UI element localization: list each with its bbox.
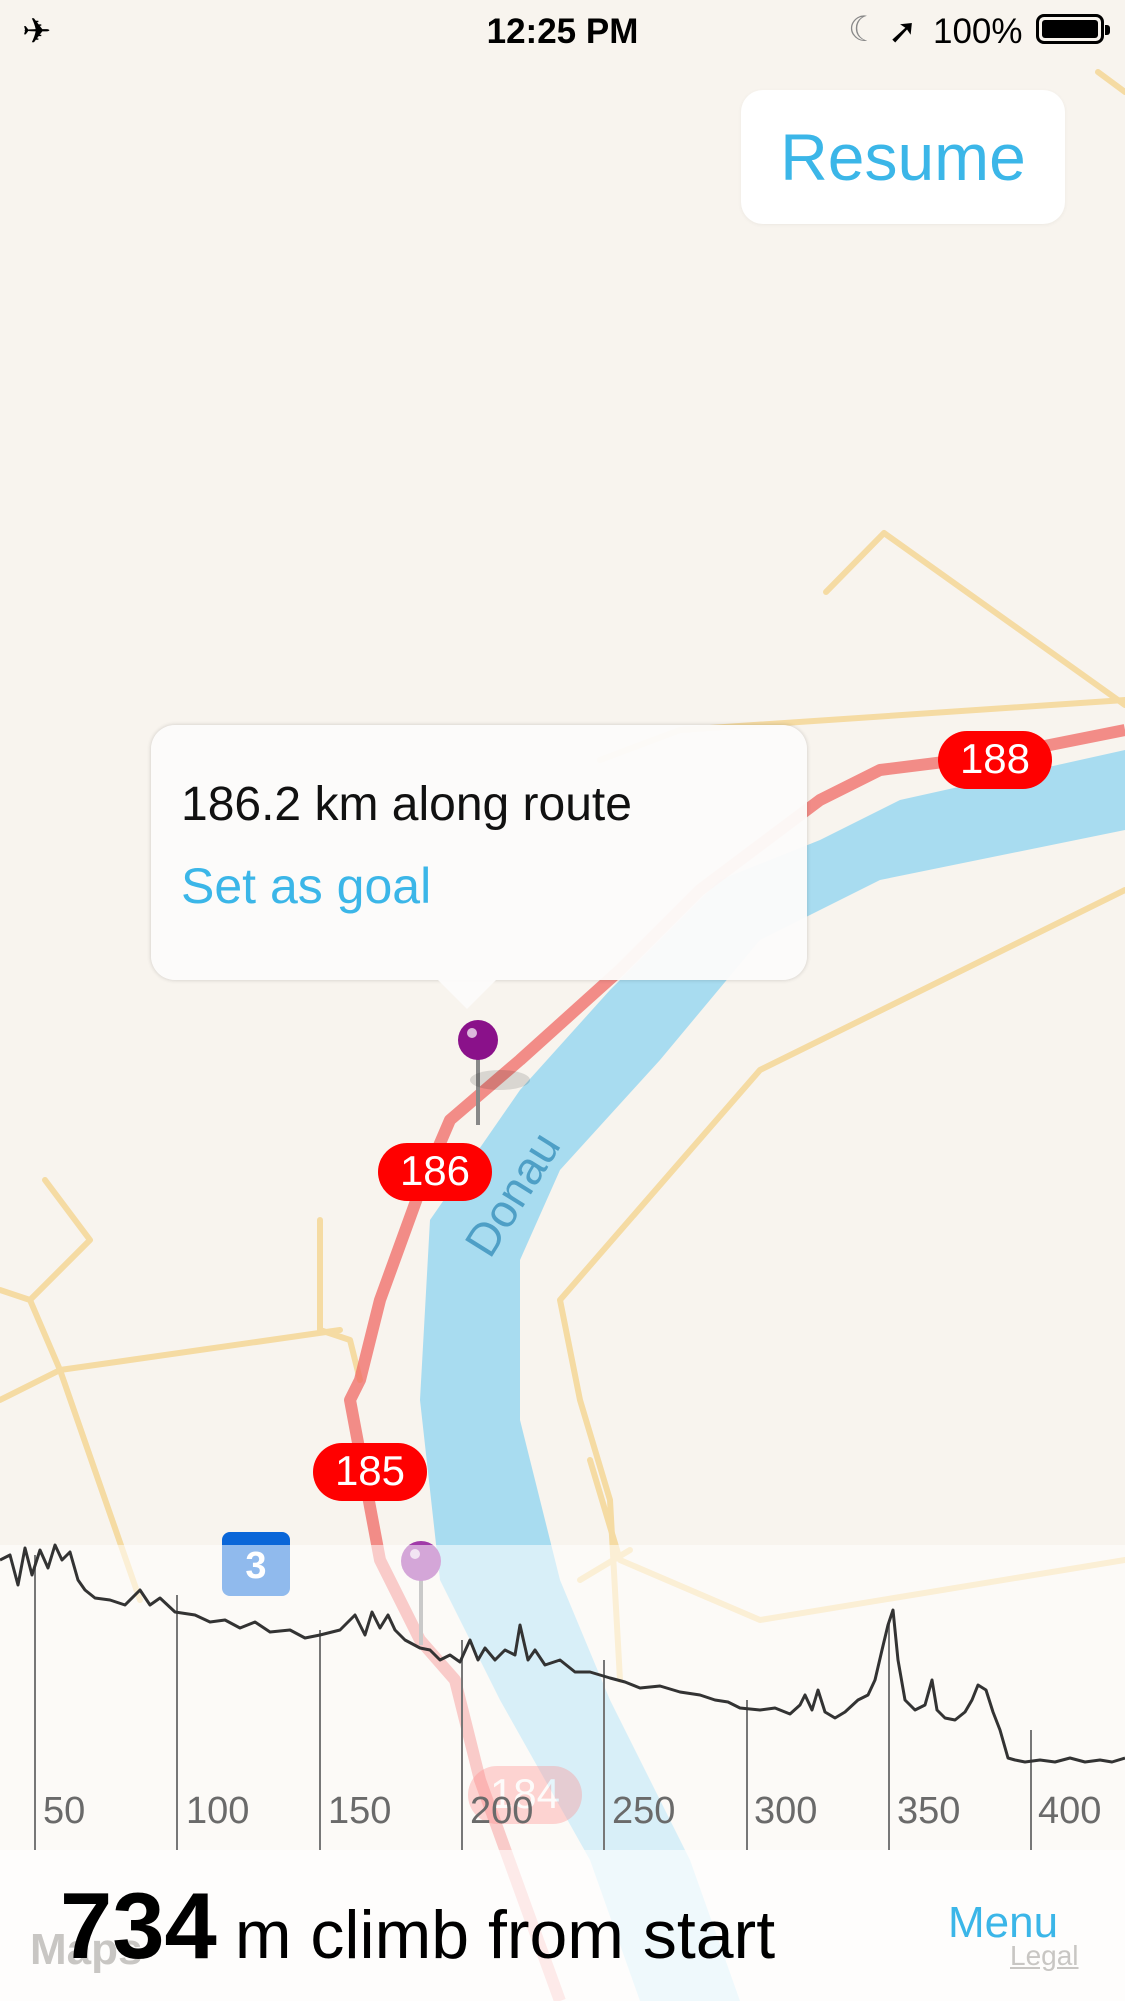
- x-tick-label: 150: [328, 1790, 392, 1832]
- x-tick-label: 300: [754, 1790, 818, 1832]
- x-tick-label: 50: [43, 1790, 86, 1832]
- elevation-axis-labels: 50 100 150 200 250 300 350 400: [0, 1790, 1125, 1840]
- svg-text:185: 185: [335, 1447, 405, 1494]
- x-tick-label: 250: [612, 1790, 676, 1832]
- x-tick-label: 400: [1038, 1790, 1102, 1832]
- location-arrow-icon: ➚: [888, 12, 918, 51]
- route-callout: 186.2 km along route Set as goal: [151, 725, 807, 1009]
- x-tick-label: 350: [897, 1790, 961, 1832]
- callout-title: 186.2 km along route: [181, 778, 632, 831]
- km-marker-186: 186: [378, 1143, 492, 1201]
- menu-button[interactable]: Menu: [948, 1898, 1058, 1948]
- status-bar: ✈ 12:25 PM ☾ ➚ 100%: [0, 0, 1125, 62]
- battery-icon: [1036, 14, 1110, 44]
- callout-arrow: [431, 973, 503, 1009]
- resume-button[interactable]: Resume: [741, 90, 1065, 224]
- km-marker-188: 188: [938, 731, 1052, 789]
- do-not-disturb-icon: ☾: [848, 10, 880, 49]
- km-marker-185: 185: [313, 1443, 427, 1501]
- svg-text:186: 186: [400, 1147, 470, 1194]
- battery-percent: 100%: [933, 12, 1023, 51]
- climb-label: m climb from start: [234, 1897, 776, 1973]
- map-view[interactable]: 188 186 185 184 3 Donau: [0, 0, 1125, 2001]
- x-tick-label: 100: [186, 1790, 250, 1832]
- svg-text:188: 188: [960, 735, 1030, 782]
- climb-summary: 734 m climb from start: [60, 1872, 775, 1980]
- climb-value: 734: [60, 1873, 217, 1978]
- x-tick-label: 200: [470, 1790, 534, 1832]
- set-as-goal-button[interactable]: Set as goal: [181, 857, 431, 915]
